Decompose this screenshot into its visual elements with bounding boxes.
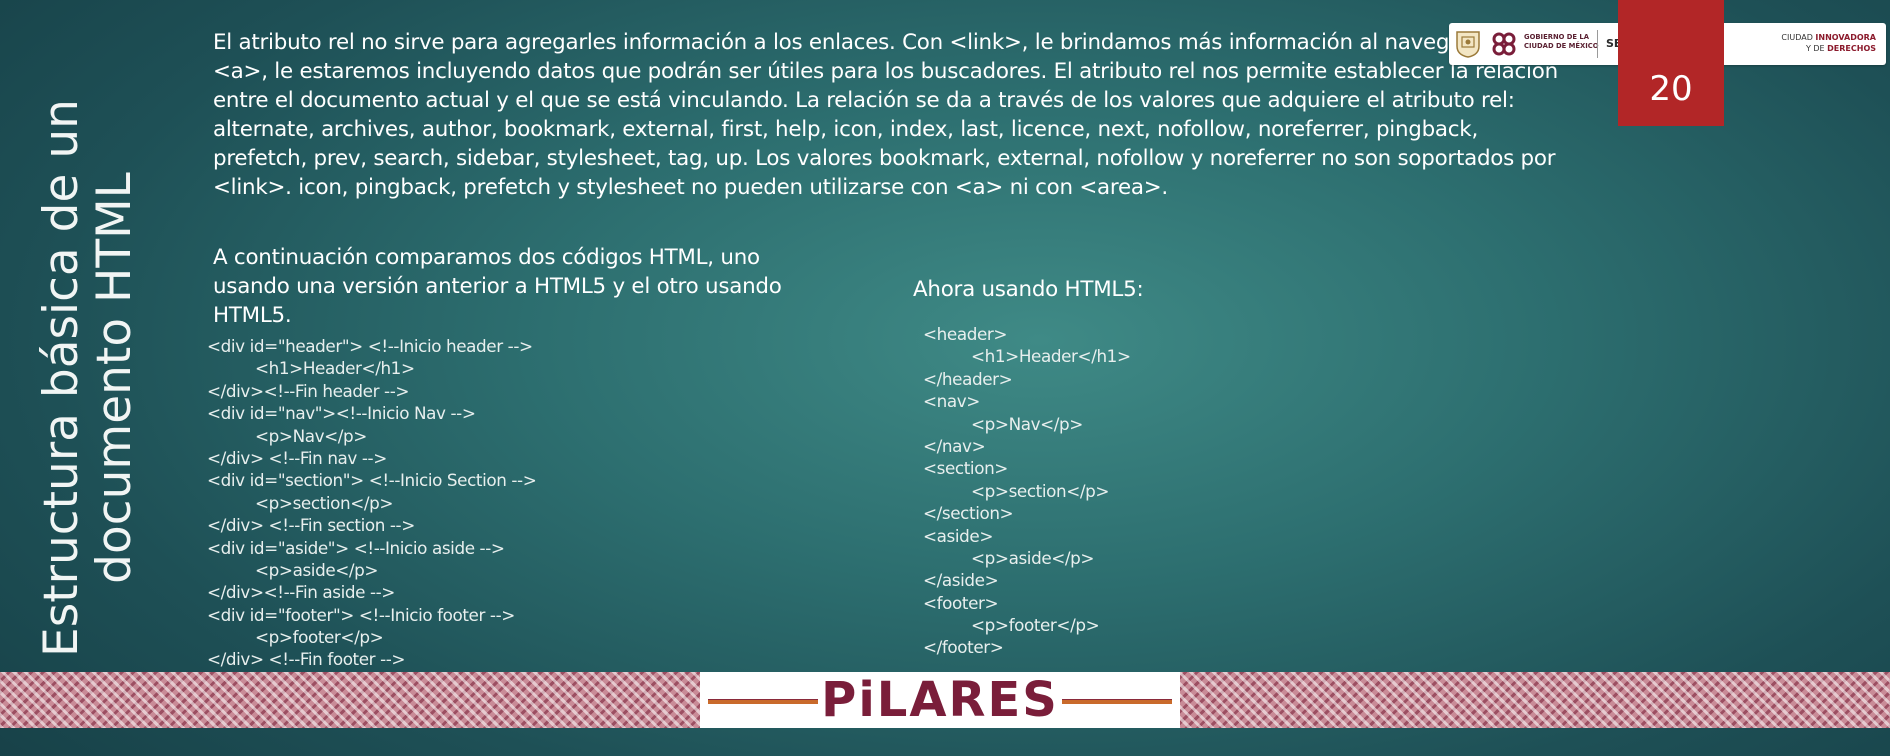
code-line: <footer> [923,592,999,613]
ciudad-line-1: CIUDAD [1781,33,1816,42]
code-line: <p>section</p> [971,480,1110,501]
code-block-pre-html5: <div id="header"> <!--Inicio header --> <… [207,335,537,671]
code-line: <p>Nav</p> [255,425,367,446]
rel-attribute-paragraph: El atributo rel no sirve para agregarles… [213,30,1558,200]
ciudad-line-2: Y DE [1805,44,1828,53]
code-line: <div id="aside"> <!--Inicio aside --> [207,537,505,558]
code-line: <aside> [923,525,993,546]
pilares-wordmark: PiLARES [821,672,1059,728]
slide-title-line-1: Estructura básica de un [34,99,89,657]
code-line: <section> [923,458,1008,479]
cdmx-coat-of-arms-icon [1456,31,1480,58]
code-line: </div> <!--Fin footer --> [207,649,406,670]
cdmx-knot-logo-icon [1492,32,1516,56]
code-line: <div id="header"> <!--Inicio header --> [207,336,533,356]
code-line: </nav> [923,435,986,456]
code-line: <div id="nav"><!--Inicio Nav --> [207,403,476,424]
code-line: <h1>Header</h1> [971,346,1131,367]
code-line: </div><!--Fin header --> [207,380,410,401]
logo-divider [1597,30,1598,58]
code-line: </div> <!--Fin section --> [207,515,415,536]
code-line: </section> [923,503,1014,524]
slide-title-line-2: documento HTML [87,172,142,584]
code-line: </div> <!--Fin nav --> [207,447,387,468]
code-line: <div id="footer"> <!--Inicio footer --> [207,604,515,625]
pilares-logo: PiLARES [700,672,1180,728]
gobierno-cdmx-text: GOBIERNO DE LA CIUDAD DE MÉXICO [1524,33,1599,50]
code-line: <p>footer</p> [971,615,1100,636]
code-line: <p>Nav</p> [971,413,1083,434]
comparison-intro: A continuación comparamos dos códigos HT… [213,245,782,328]
html5-heading: Ahora usando HTML5: [913,277,1144,302]
code-line: <p>footer</p> [255,627,384,648]
code-line: </aside> [923,570,999,591]
code-line: <p>section</p> [255,492,394,513]
code-block-html5: <header> <h1>Header</h1> </header> <nav> <p>… [923,323,1131,659]
page-number: 20 [1649,69,1693,109]
code-line: </div><!--Fin aside --> [207,582,395,603]
slide-title: Estructura básica de un documento HTML [34,98,145,658]
code-line: <header> [923,324,1008,344]
code-line: <p>aside</p> [971,547,1095,568]
ciudad-innovadora-label: CIUDAD INNOVADORA Y DE DERECHOS [1781,32,1876,54]
ciudad-line-1-bold: INNOVADORA [1815,33,1876,42]
ciudad-line-2-bold: DERECHOS [1827,44,1876,53]
code-line: </header> [923,368,1013,389]
code-line: <h1>Header</h1> [255,358,415,379]
code-line: <nav> [923,391,980,412]
code-line: <div id="section"> <!--Inicio Section --… [207,470,537,491]
code-line: <p>aside</p> [255,559,379,580]
code-line: </footer> [923,637,1004,658]
